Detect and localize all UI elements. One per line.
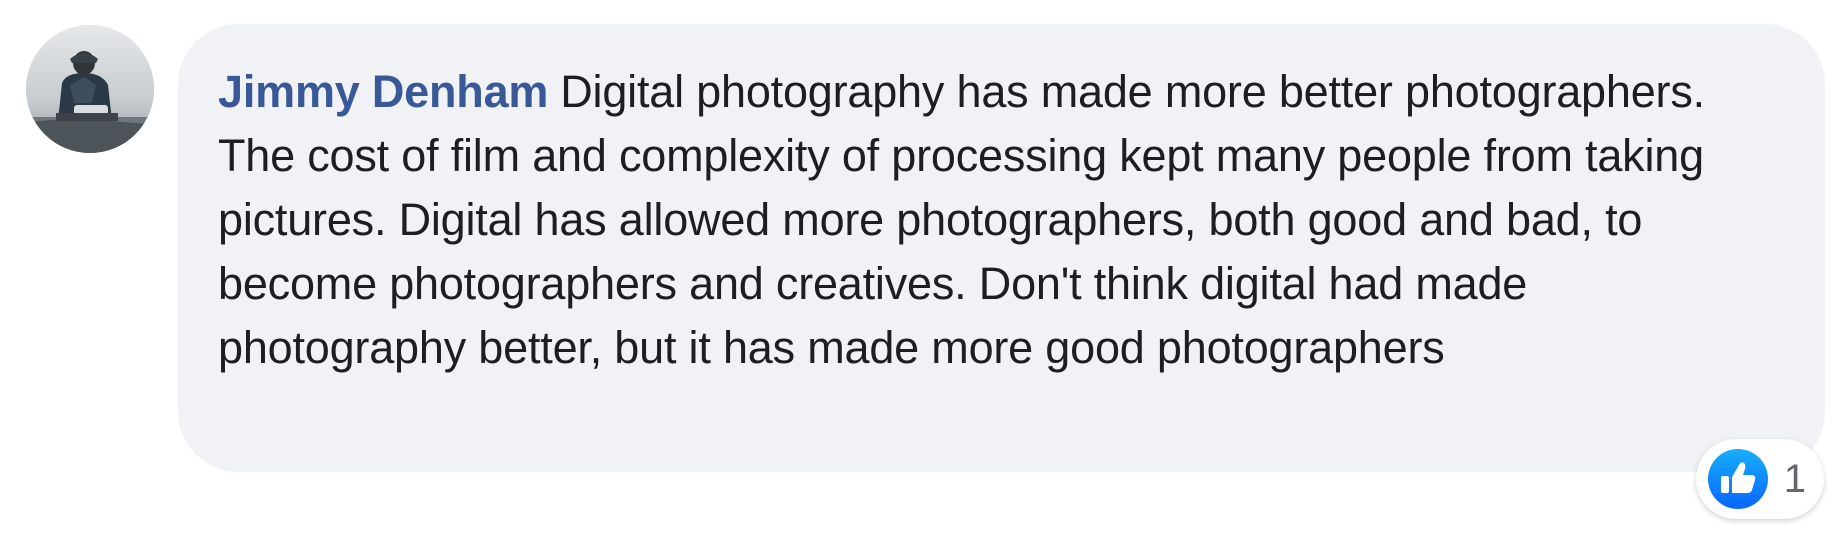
like-icon: [1707, 449, 1768, 509]
reaction-count: 1: [1783, 456, 1806, 501]
comment: Jimmy Denham Digital photography has made…: [0, 0, 1843, 543]
avatar-photo-icon: [26, 25, 154, 153]
reaction-summary[interactable]: 1: [1695, 439, 1824, 519]
comment-bubble: Jimmy Denham Digital photography has made…: [178, 24, 1825, 472]
avatar[interactable]: [26, 25, 154, 153]
comment-body: Jimmy Denham Digital photography has made…: [218, 60, 1787, 380]
author-name-link[interactable]: Jimmy Denham: [218, 66, 548, 117]
